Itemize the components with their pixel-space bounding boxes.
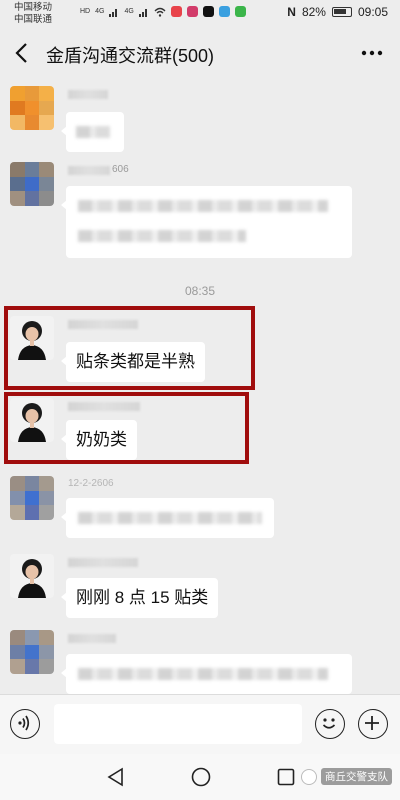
plus-icon	[365, 716, 380, 731]
hd-indicator: HD	[80, 8, 91, 15]
status-right: N 82% 09:05	[287, 5, 388, 19]
message-bubble[interactable]	[61, 654, 352, 694]
message-bubble[interactable]	[61, 498, 274, 538]
carrier-labels: 中国移动 中国联通	[14, 2, 52, 26]
message-item: 刚刚 8 点 15 贴类	[0, 554, 400, 626]
avatar[interactable]	[10, 86, 54, 130]
highlight-box	[4, 306, 255, 390]
play-icon	[234, 6, 246, 17]
nfc-icon: N	[287, 5, 296, 19]
sender-name	[68, 166, 110, 175]
wechat-official-logo-icon	[301, 768, 317, 785]
voice-button[interactable]	[10, 709, 40, 739]
battery-percent: 82%	[301, 5, 326, 19]
sender-name	[68, 90, 108, 99]
system-nav-bar: 商丘交警支队	[0, 754, 400, 800]
message-item	[0, 86, 400, 158]
message-bubble[interactable]	[61, 112, 124, 152]
chat-title: 金盾沟通交流群(500)	[46, 46, 215, 66]
clock: 09:05	[357, 5, 388, 19]
message-bubble[interactable]: 刚刚 8 点 15 贴类	[60, 578, 219, 618]
signal-icon-2	[138, 7, 149, 17]
tiktok-icon	[202, 6, 214, 17]
nav-recent-icon[interactable]	[275, 766, 297, 788]
carrier-2: 中国联通	[14, 14, 53, 25]
voice-icon	[18, 715, 30, 731]
status-bar: 中国移动 中国联通 HD 4G 4G N 82% 09:05	[0, 0, 400, 28]
status-icons: HD 4G 4G	[80, 6, 246, 17]
avatar[interactable]	[10, 630, 54, 674]
app-notification-icon-1	[170, 6, 182, 17]
wifi-icon	[154, 7, 166, 17]
app-notification-icon-2	[186, 6, 198, 17]
watermark: 商丘交警支队	[301, 768, 392, 785]
chevron-left-icon[interactable]	[10, 40, 36, 66]
message-text: 刚刚 8 点 15 贴类	[76, 588, 209, 607]
chat-header: 金盾沟通交流群(500)	[0, 28, 400, 78]
app-notification-icon-3	[218, 6, 230, 17]
message-bubble[interactable]	[61, 186, 352, 258]
input-bar	[0, 694, 400, 754]
sender-name-suffix: 606	[112, 164, 129, 175]
avatar[interactable]	[10, 476, 54, 520]
network-4g-a: 4G	[95, 8, 105, 15]
nav-home-icon[interactable]	[190, 766, 212, 788]
emoji-icon	[323, 718, 336, 729]
message-list[interactable]: 606 08:35 贴条类都是半熟 奶奶类 12-2-2606 刚刚 8 点 1…	[0, 78, 400, 694]
sender-name: 12-2-2606	[68, 478, 114, 489]
network-4g-b: 4G	[124, 8, 134, 15]
battery-icon	[331, 7, 352, 17]
nav-back-icon[interactable]	[105, 766, 127, 788]
carrier-1: 中国移动	[14, 2, 53, 13]
signal-icon	[109, 7, 119, 17]
message-item: 12-2-2606	[0, 476, 400, 546]
avatar[interactable]	[10, 162, 54, 206]
emoji-button[interactable]	[315, 709, 345, 739]
message-input[interactable]	[54, 704, 302, 744]
timestamp: 08:35	[184, 284, 216, 298]
message-item: 606	[0, 162, 400, 262]
highlight-box	[4, 392, 249, 464]
sender-name	[68, 558, 138, 567]
message-item	[0, 630, 400, 694]
watermark-text: 商丘交警支队	[321, 768, 392, 785]
sender-name	[68, 634, 116, 643]
add-button[interactable]	[358, 709, 388, 739]
more-dots-icon[interactable]	[358, 40, 386, 66]
avatar[interactable]	[10, 554, 54, 598]
